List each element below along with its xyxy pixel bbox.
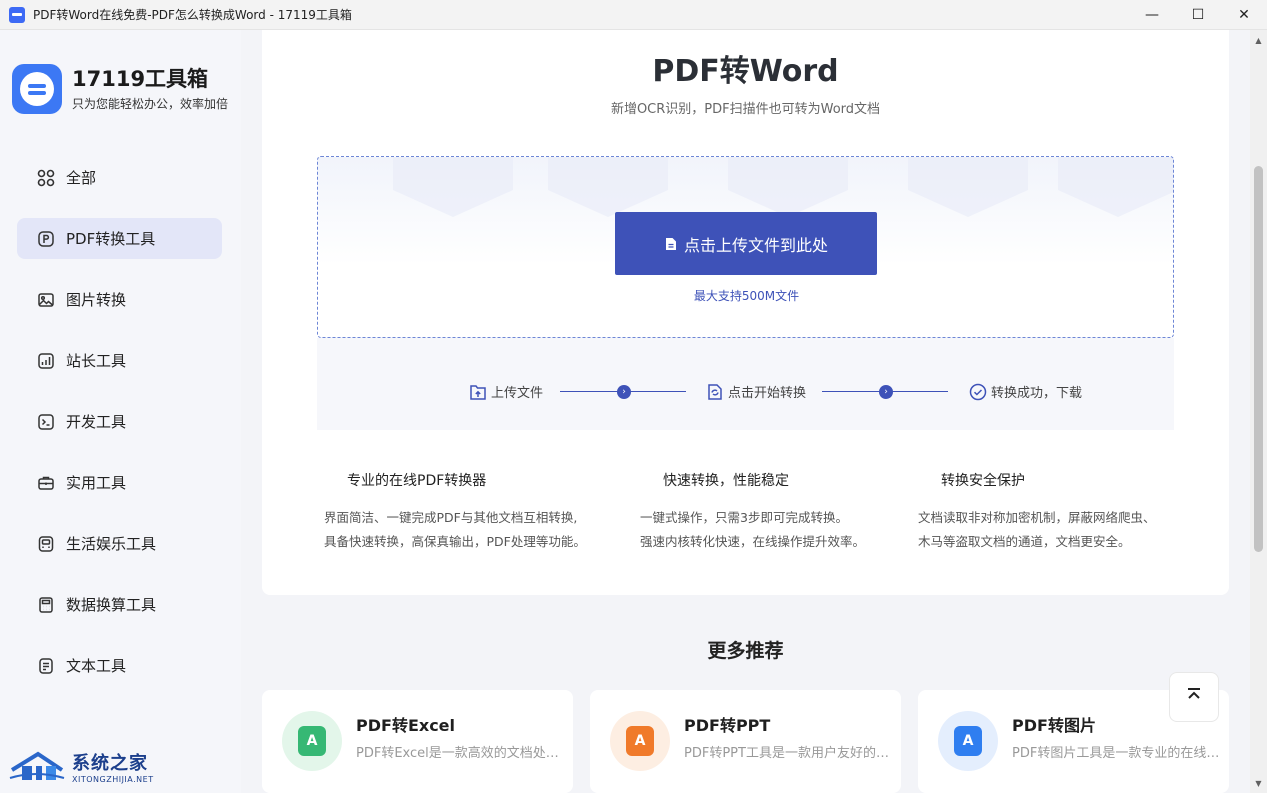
sidebar-item-webmaster[interactable]: 站长工具 bbox=[17, 340, 222, 381]
decorative-shape bbox=[908, 157, 1028, 217]
more-recommendations-title: 更多推荐 bbox=[707, 640, 784, 662]
watermark-text: 系统之家 bbox=[72, 752, 148, 774]
brand-logo-icon bbox=[12, 64, 62, 114]
close-button[interactable]: ✕ bbox=[1221, 0, 1267, 30]
upload-button-label: 点击上传文件到此处 bbox=[683, 235, 828, 255]
terminal-icon bbox=[37, 413, 55, 431]
back-to-top-button[interactable] bbox=[1169, 672, 1219, 722]
chart-icon bbox=[37, 352, 55, 370]
step-convert: 点击开始转换 bbox=[706, 382, 806, 401]
sidebar-item-label: 生活娱乐工具 bbox=[66, 535, 157, 553]
calculator-icon bbox=[37, 596, 55, 614]
decorative-shape bbox=[728, 157, 848, 217]
watermark-logo-icon bbox=[8, 748, 66, 784]
window-title: PDF转Word在线免费-PDF怎么转换成Word - 17119工具箱 bbox=[33, 8, 352, 22]
sidebar-item-label: 图片转换 bbox=[66, 291, 127, 309]
vertical-scrollbar[interactable]: ▲ ▼ bbox=[1250, 30, 1267, 793]
app-icon bbox=[9, 6, 25, 23]
sidebar-item-utility[interactable]: 实用工具 bbox=[17, 462, 222, 503]
decorative-shape bbox=[548, 157, 668, 217]
conversion-steps: 上传文件 › 点击开始转换 › 转换成功，下载 bbox=[317, 338, 1174, 430]
page-subtitle: 新增OCR识别，PDF扫描件也可转为Word文档 bbox=[610, 102, 881, 117]
upload-dropzone[interactable]: 点击上传文件到此处 最大支持500M文件 bbox=[317, 156, 1174, 338]
step-upload: 上传文件 bbox=[469, 382, 543, 401]
feature-security: 转换安全保护 文档读取非对称加密机制，屏蔽网络爬虫、 木马等盗取文档的通道，文档… bbox=[918, 473, 1156, 549]
file-upload-icon bbox=[664, 237, 678, 251]
brand[interactable]: 17119工具箱 只为您能轻松办公，效率加倍 bbox=[12, 64, 228, 114]
convert-file-icon bbox=[706, 383, 724, 401]
chevron-up-icon bbox=[1185, 686, 1203, 708]
sidebar-item-label: 全部 bbox=[66, 169, 97, 187]
watermark-domain: XITONGZHIJIA.NET bbox=[72, 774, 154, 784]
scrollbar-thumb[interactable] bbox=[1254, 166, 1263, 552]
sidebar-item-label: 文本工具 bbox=[66, 657, 127, 675]
sidebar-item-label: 开发工具 bbox=[66, 413, 127, 431]
ppt-icon: A bbox=[610, 711, 670, 771]
upload-size-limit: 最大支持500M文件 bbox=[693, 289, 800, 303]
sidebar-item-label: PDF转换工具 bbox=[66, 230, 156, 248]
toolbox-icon bbox=[37, 474, 55, 492]
upload-icon bbox=[469, 383, 487, 401]
document-icon bbox=[37, 657, 55, 675]
recommend-pdf-excel[interactable]: A PDF转Excel PDF转Excel是一款高效的文档处理工具 bbox=[262, 690, 573, 793]
sidebar-item-text[interactable]: 文本工具 bbox=[17, 645, 222, 686]
sidebar-item-dev[interactable]: 开发工具 bbox=[17, 401, 222, 442]
converter-card: PDF转Word 新增OCR识别，PDF扫描件也可转为Word文档 点击上传文件… bbox=[262, 30, 1229, 595]
sidebar-item-pdf[interactable]: PDF转换工具 bbox=[17, 218, 222, 259]
picture-icon: A bbox=[938, 711, 998, 771]
sidebar: 17119工具箱 只为您能轻松办公，效率加倍 全部 PDF转换工具 图片转换 站… bbox=[0, 30, 241, 793]
recommend-pdf-ppt[interactable]: A PDF转PPT PDF转PPT工具是一款用户友好的转换工具 bbox=[590, 690, 901, 793]
step-download: 转换成功，下载 bbox=[969, 382, 1082, 401]
feature-fast: 快速转换，性能稳定 一键式操作，只需3步即可完成转换。 强速内核转化快速，在线操… bbox=[640, 473, 866, 549]
window-titlebar: PDF转Word在线免费-PDF怎么转换成Word - 17119工具箱 — ☐… bbox=[0, 0, 1267, 30]
game-icon bbox=[37, 535, 55, 553]
sidebar-item-label: 站长工具 bbox=[66, 352, 127, 370]
window-controls: — ☐ ✕ bbox=[1129, 0, 1267, 30]
excel-icon: A bbox=[282, 711, 342, 771]
grid-icon bbox=[37, 169, 55, 187]
upload-file-button[interactable]: 点击上传文件到此处 bbox=[615, 212, 877, 275]
page-title: PDF转Word bbox=[652, 54, 839, 89]
brand-slogan: 只为您能轻松办公，效率加倍 bbox=[72, 97, 229, 111]
image-icon bbox=[37, 291, 55, 309]
decorative-shape bbox=[1058, 157, 1173, 217]
sidebar-item-all[interactable]: 全部 bbox=[17, 157, 222, 198]
check-circle-icon bbox=[969, 383, 987, 401]
brand-name: 17119工具箱 bbox=[72, 67, 209, 91]
sidebar-item-entertainment[interactable]: 生活娱乐工具 bbox=[17, 523, 222, 564]
decorative-shape bbox=[393, 157, 513, 217]
scroll-down-arrow-icon[interactable]: ▼ bbox=[1250, 775, 1267, 791]
arrow-right-icon: › bbox=[879, 385, 893, 399]
feature-professional: 专业的在线PDF转换器 界面简洁、一键完成PDF与其他文档互相转换, 具备快速转… bbox=[324, 473, 586, 549]
pdf-icon bbox=[37, 230, 55, 248]
sidebar-item-image[interactable]: 图片转换 bbox=[17, 279, 222, 320]
arrow-right-icon: › bbox=[617, 385, 631, 399]
sidebar-item-label: 实用工具 bbox=[66, 474, 127, 492]
sidebar-item-label: 数据换算工具 bbox=[66, 596, 157, 614]
sidebar-nav: 全部 PDF转换工具 图片转换 站长工具 开发工具 实用工具 生活娱乐工具 数据… bbox=[17, 157, 222, 706]
maximize-button[interactable]: ☐ bbox=[1175, 0, 1221, 30]
watermark: 系统之家 XITONGZHIJIA.NET bbox=[8, 742, 168, 790]
minimize-button[interactable]: — bbox=[1129, 0, 1175, 30]
sidebar-item-conversion[interactable]: 数据换算工具 bbox=[17, 584, 222, 625]
scroll-up-arrow-icon[interactable]: ▲ bbox=[1250, 32, 1267, 48]
